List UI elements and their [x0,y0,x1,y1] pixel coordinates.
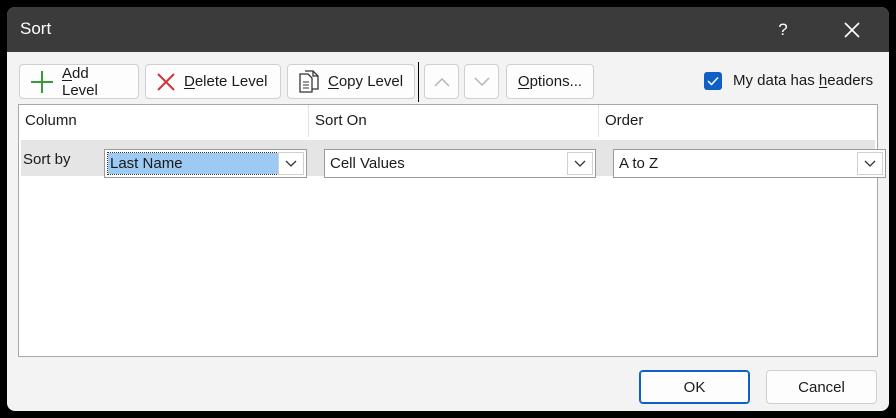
column-select-value: Last Name [107,152,279,175]
chevron-down-icon [285,160,297,167]
options-button[interactable]: Options... [506,64,594,99]
headers-checkbox[interactable] [704,72,722,90]
plus-icon [31,70,53,93]
sort-by-label: Sort by [23,151,71,168]
add-level-button[interactable]: Add Level [19,64,139,99]
options-label: Options... [517,73,583,90]
title-bar: Sort ? [7,7,889,52]
column-header-order: Order [605,112,644,129]
order-select-value: A to Z [619,155,659,172]
ok-button[interactable]: OK [639,370,750,404]
help-button[interactable]: ? [764,11,802,49]
chevron-down-icon [864,160,876,167]
delete-level-button[interactable]: Delete Level [145,64,281,99]
add-level-label: Add Level [62,64,98,99]
dialog-title: Sort [20,19,52,38]
order-select[interactable]: A to Z [613,149,886,178]
sort-on-select-dropdown[interactable] [567,152,593,175]
chevron-down-icon [473,76,490,86]
x-icon [157,72,175,91]
sort-on-select-value: Cell Values [330,155,405,172]
cancel-button[interactable]: Cancel [766,370,877,404]
chevron-down-icon [574,160,586,167]
sort-on-select[interactable]: Cell Values [324,149,596,178]
copy-icon [299,69,319,93]
column-select[interactable]: Last Name [104,149,307,178]
chevron-up-icon [433,77,450,87]
sort-levels-grid: Column Sort On Order Sort by Last Name C… [18,104,886,357]
close-icon [844,22,860,38]
delete-level-label: Delete Level [184,73,268,90]
copy-level-label: Copy Level [328,73,404,90]
column-header-column: Column [25,112,77,129]
check-icon [707,76,719,86]
column-select-dropdown[interactable] [278,152,304,175]
copy-level-button[interactable]: Copy Level [287,64,415,99]
headers-checkbox-label[interactable]: My data has headers [733,72,873,89]
move-down-button[interactable] [464,64,499,99]
close-button[interactable] [832,11,872,49]
order-select-dropdown[interactable] [857,152,883,175]
column-header-sort-on: Sort On [315,112,367,129]
toolbar-separator [418,62,419,102]
move-up-button[interactable] [424,64,459,99]
sort-dialog: Sort ? Add Level Delete Level Copy Level [7,7,889,411]
